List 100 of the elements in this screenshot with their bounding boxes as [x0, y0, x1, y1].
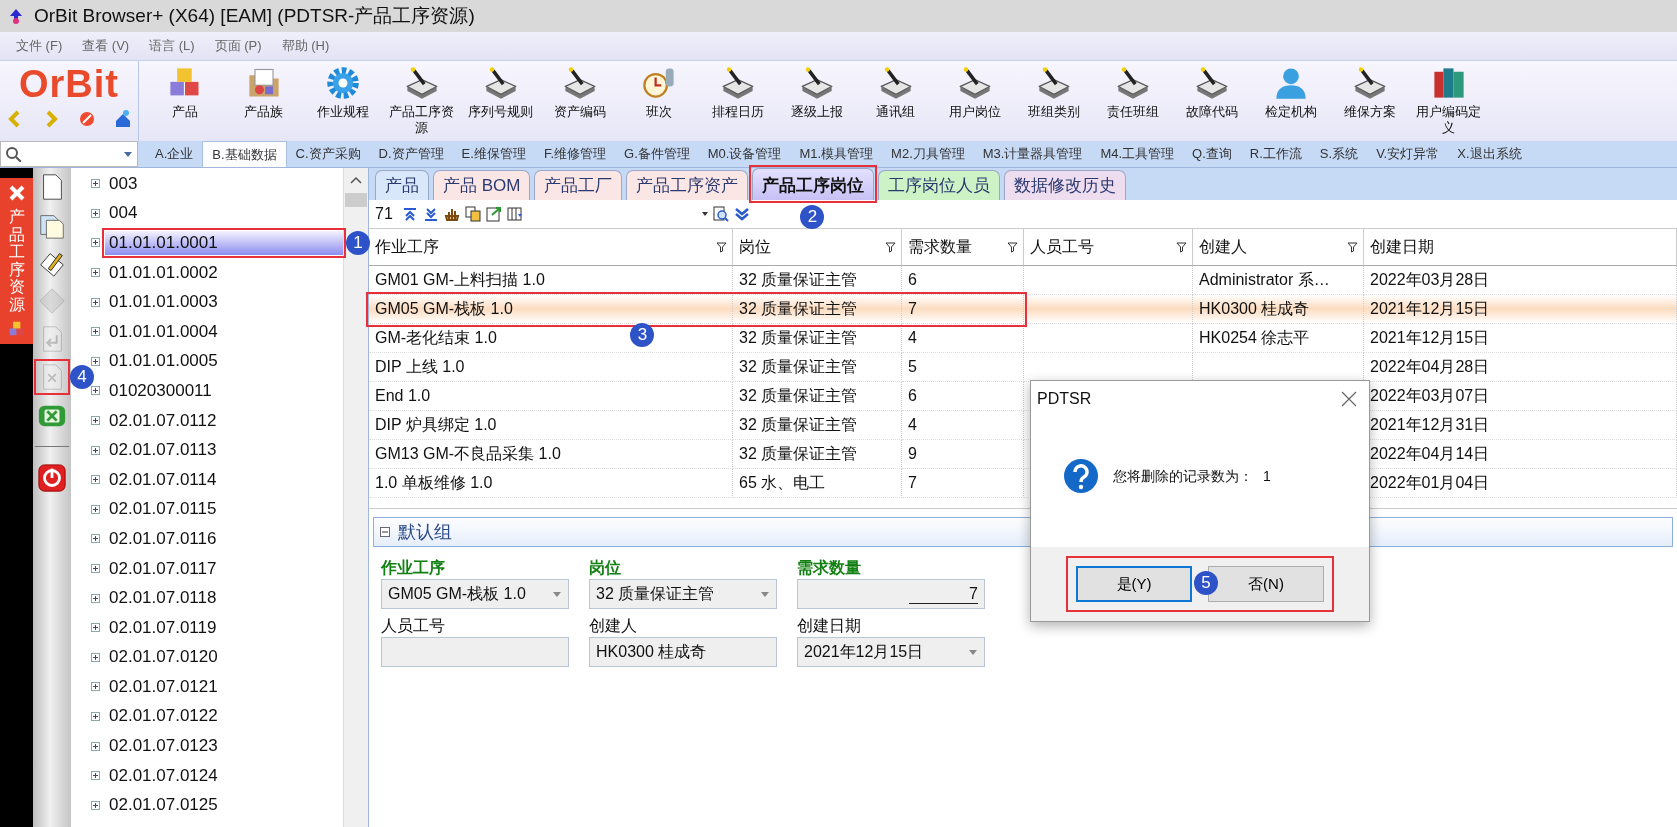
- table-cell: GM05 GM-栈板 1.0: [369, 295, 733, 324]
- toolbar-button[interactable]: 故障代码: [1172, 61, 1251, 141]
- table-cell: 7: [902, 469, 1024, 498]
- dialog-title: PDTSR: [1037, 390, 1092, 408]
- tree-item[interactable]: 02.01.07.0117: [105, 556, 343, 581]
- menu-item[interactable]: 文件 (F): [6, 37, 73, 55]
- field-label: 岗位: [589, 558, 622, 578]
- toolbar-button[interactable]: 作业规程: [303, 61, 382, 141]
- tree-item[interactable]: 02.01.07.0116: [105, 526, 343, 551]
- menu-item[interactable]: 帮助 (H): [271, 37, 340, 55]
- tree-item[interactable]: 02.01.07.0120: [105, 645, 343, 670]
- column-header[interactable]: 需求数量: [902, 229, 1024, 266]
- table-cell: 32 质量保证主管: [733, 295, 902, 324]
- module-tab[interactable]: C.资产采购: [286, 141, 370, 167]
- module-tab[interactable]: D.资产管理: [369, 141, 453, 167]
- toolbar-button[interactable]: 班次: [619, 61, 698, 141]
- module-tab[interactable]: M3.计量器具管理: [973, 141, 1092, 167]
- callout-badge: 2: [800, 205, 825, 229]
- field-label: 作业工序: [381, 558, 446, 578]
- module-tab[interactable]: G.备件管理: [615, 141, 699, 167]
- module-tab[interactable]: V.安灯异常: [1367, 141, 1449, 167]
- module-tab[interactable]: A.企业: [146, 141, 203, 167]
- tree-item[interactable]: 02.01.07.0118: [105, 586, 343, 611]
- table-cell: 2021年12月15日: [1364, 295, 1677, 324]
- combo-box[interactable]: GM05 GM-栈板 1.0: [381, 579, 569, 609]
- dialog-button[interactable]: 是(Y): [1076, 566, 1192, 602]
- table-cell: 32 质量保证主管: [733, 353, 902, 382]
- tree-item[interactable]: 003: [105, 171, 343, 196]
- tree-item[interactable]: 02.01.07.0112: [105, 408, 343, 433]
- table-cell: 6: [902, 382, 1024, 411]
- tab[interactable]: 工序岗位人员: [878, 170, 1001, 200]
- toolbar-button[interactable]: 责任班组: [1093, 61, 1172, 141]
- callout-badge: 4: [70, 365, 94, 389]
- tree-item[interactable]: 01.01.01.0001: [105, 231, 343, 255]
- toolbar-button[interactable]: 产品工序资源: [382, 61, 461, 141]
- dialog-message: 您将删除的记录数为：: [1113, 467, 1253, 484]
- tree-item[interactable]: 02.01.07.0122: [105, 704, 343, 729]
- side-tab-label: 产品工序资源: [8, 208, 25, 314]
- toolbar-button[interactable]: 通讯组: [856, 61, 935, 141]
- module-tab[interactable]: M0.设备管理: [698, 141, 791, 167]
- module-tab[interactable]: B.基础数据: [202, 141, 287, 167]
- module-tab[interactable]: E.维保管理: [452, 141, 535, 167]
- tree-item[interactable]: 01.01.01.0004: [105, 319, 343, 344]
- tree-item[interactable]: 02.01.07.0123: [105, 734, 343, 759]
- table-cell: HK0254 徐志平: [1193, 324, 1364, 353]
- module-tab[interactable]: M2.刀具管理: [882, 141, 974, 167]
- tree-item[interactable]: 01020300011: [105, 378, 343, 403]
- field-label: 人员工号: [381, 616, 446, 636]
- toolbar-button[interactable]: 产品: [145, 61, 224, 141]
- combo-box[interactable]: 2021年12月15日: [797, 637, 985, 667]
- number-field[interactable]: 7: [797, 579, 985, 609]
- toolbar-button[interactable]: 检定机构: [1251, 61, 1330, 141]
- module-tab[interactable]: X.退出系统: [1448, 141, 1531, 167]
- module-tab[interactable]: Q.查询: [1183, 141, 1241, 167]
- toolbar-button[interactable]: 序列号规则: [461, 61, 540, 141]
- tree-item[interactable]: 01.01.01.0002: [105, 260, 343, 285]
- toolbar-button[interactable]: 资产编码: [540, 61, 619, 141]
- toolbar-button[interactable]: 排程日历: [698, 61, 777, 141]
- menu-item[interactable]: 查看 (V): [72, 37, 140, 55]
- column-header[interactable]: 人员工号: [1024, 229, 1193, 266]
- tab[interactable]: 产品: [375, 170, 429, 200]
- tree-item[interactable]: 02.01.07.0119: [105, 615, 343, 640]
- module-tab[interactable]: M4.工具管理: [1091, 141, 1184, 167]
- table-cell: 4: [902, 411, 1024, 440]
- column-header[interactable]: 作业工序: [369, 229, 733, 266]
- tab[interactable]: 产品工序资产: [626, 170, 749, 200]
- tab[interactable]: 产品 BOM: [433, 170, 531, 200]
- table-cell: 65 水、电工: [733, 469, 902, 498]
- toolbar-button[interactable]: 班组类别: [1014, 61, 1093, 141]
- tree-item[interactable]: 02.01.07.0114: [105, 467, 343, 492]
- tab[interactable]: 产品工厂: [534, 170, 623, 200]
- menu-item[interactable]: 页面 (P): [204, 37, 272, 55]
- table-cell: End 1.0: [369, 382, 733, 411]
- tree-item[interactable]: 02.01.07.0124: [105, 763, 343, 788]
- module-tab[interactable]: F.维修管理: [534, 141, 615, 167]
- combo-box[interactable]: 32 质量保证主管: [589, 579, 777, 609]
- toolbar-button[interactable]: 维保方案: [1330, 61, 1409, 141]
- column-header[interactable]: 创建人: [1193, 229, 1364, 266]
- tab[interactable]: 产品工序岗位: [752, 168, 875, 200]
- tree-item[interactable]: 02.01.07.0113: [105, 438, 343, 463]
- module-tab[interactable]: M1.模具管理: [790, 141, 883, 167]
- tree-item[interactable]: 02.01.07.0115: [105, 497, 343, 522]
- tree-item[interactable]: 01.01.01.0003: [105, 290, 343, 315]
- toolbar-button[interactable]: 用户编码定义: [1409, 61, 1488, 141]
- tree-item[interactable]: 02.01.07.0125: [105, 793, 343, 818]
- module-tab[interactable]: S.系统: [1310, 141, 1368, 167]
- column-header[interactable]: 创建日期: [1364, 229, 1677, 266]
- tree-item[interactable]: 02.01.07.0121: [105, 674, 343, 699]
- menu-item[interactable]: 语言 (L): [139, 37, 205, 55]
- table-cell: HK0300 桂成奇: [1193, 295, 1364, 324]
- tree-item[interactable]: 01.01.01.0005: [105, 349, 343, 374]
- module-tab[interactable]: R.工作流: [1240, 141, 1311, 167]
- text-field[interactable]: HK0300 桂成奇: [589, 637, 777, 667]
- column-header[interactable]: 岗位: [733, 229, 902, 266]
- toolbar-button[interactable]: 用户岗位: [935, 61, 1014, 141]
- toolbar-button[interactable]: 产品族: [224, 61, 303, 141]
- side-tab[interactable]: 产品工序资源: [0, 178, 33, 344]
- toolbar-button[interactable]: 逐级上报: [777, 61, 856, 141]
- tab[interactable]: 数据修改历史: [1004, 170, 1127, 200]
- tree-item[interactable]: 004: [105, 201, 343, 226]
